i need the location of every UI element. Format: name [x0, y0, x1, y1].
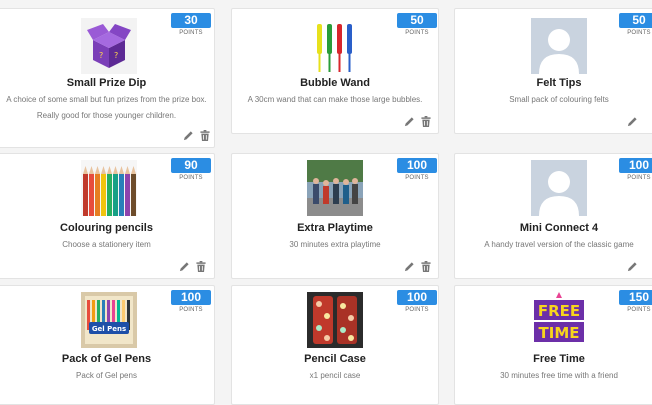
reward-card-colouring-pencils: 90 POINTS Colouring pencils Choose a sta…: [0, 153, 215, 279]
points-indicator: 100 POINTS: [171, 290, 211, 313]
reward-description: Choose a stationery item: [62, 240, 151, 249]
reward-title: Mini Connect 4: [519, 222, 599, 234]
edit-pencil-icon[interactable]: [627, 116, 638, 127]
reward-description: x1 pencil case: [309, 371, 361, 380]
edit-pencil-icon[interactable]: [404, 261, 415, 272]
points-label: POINTS: [405, 307, 429, 313]
reward-title: Colouring pencils: [60, 222, 153, 234]
reward-description: A handy travel version of the classic ga…: [484, 240, 634, 249]
reward-title: Free Time: [533, 353, 585, 365]
points-label: POINTS: [179, 30, 203, 36]
reward-title: Extra Playtime: [297, 222, 373, 234]
points-badge: 150: [619, 290, 652, 305]
card-actions: [404, 261, 431, 272]
delete-trash-icon[interactable]: [421, 116, 431, 127]
card-actions: [404, 116, 431, 127]
reward-description: Small pack of colouring felts: [509, 95, 609, 104]
reward-title: Small Prize Dip: [66, 77, 147, 89]
card-actions: [627, 116, 638, 127]
points-label: POINTS: [405, 175, 429, 181]
svg-text:Gel Pens: Gel Pens: [92, 325, 126, 333]
points-badge: 100: [619, 158, 652, 173]
points-indicator: 100 POINTS: [397, 290, 437, 313]
points-label: POINTS: [627, 30, 651, 36]
card-actions: [183, 130, 210, 141]
reward-card-felt-tips: 50 POINTS Felt Tips Small pack of colour…: [454, 8, 652, 134]
points-badge: 100: [397, 290, 437, 305]
free-time-image: FREE TIME: [531, 292, 587, 348]
reward-description: 30 minutes free time with a friend: [500, 371, 618, 380]
card-actions: [627, 261, 638, 272]
reward-description: A choice of some small but fun prizes fr…: [6, 95, 207, 120]
svg-text:TIME: TIME: [539, 324, 580, 342]
placeholder-avatar-image: [531, 160, 587, 216]
points-indicator: 50 POINTS: [619, 13, 652, 36]
reward-card-pack-of-gel-pens: Gel Pens 100 POINTS Pack of Gel Pens Pac…: [0, 285, 215, 405]
bubble-wand-image: [307, 18, 363, 74]
delete-trash-icon[interactable]: [200, 130, 210, 141]
points-label: POINTS: [179, 175, 203, 181]
svg-text:FREE: FREE: [538, 302, 580, 320]
reward-title: Pack of Gel Pens: [61, 353, 152, 365]
edit-pencil-icon[interactable]: [404, 116, 415, 127]
edit-pencil-icon[interactable]: [183, 130, 194, 141]
reward-description: A 30cm wand that can make those large bu…: [247, 95, 423, 104]
reward-card-bubble-wand: 50 POINTS Bubble Wand A 30cm wand that c…: [231, 8, 439, 134]
points-badge: 90: [171, 158, 211, 173]
svg-text:?: ?: [114, 51, 118, 60]
points-indicator: 100 POINTS: [619, 158, 652, 181]
playground-photo-image: [307, 160, 363, 216]
delete-trash-icon[interactable]: [196, 261, 206, 272]
reward-description: Pack of Gel pens: [76, 371, 137, 380]
points-badge: 100: [397, 158, 437, 173]
points-badge: 100: [171, 290, 211, 305]
points-badge: 50: [619, 13, 652, 28]
delete-trash-icon[interactable]: [421, 261, 431, 272]
points-indicator: 150 POINTS: [619, 290, 652, 313]
points-indicator: 90 POINTS: [171, 158, 211, 181]
reward-card-mini-connect-4: 100 POINTS Mini Connect 4 A handy travel…: [454, 153, 652, 279]
points-indicator: 50 POINTS: [397, 13, 437, 36]
placeholder-avatar-image: [531, 18, 587, 74]
points-indicator: 100 POINTS: [397, 158, 437, 181]
reward-description: 30 minutes extra playtime: [289, 240, 381, 249]
points-indicator: 30 POINTS: [171, 13, 211, 36]
svg-text:?: ?: [99, 51, 103, 60]
reward-card-pencil-case: 100 POINTS Pencil Case x1 pencil case: [231, 285, 439, 405]
reward-title: Pencil Case: [304, 353, 366, 365]
points-label: POINTS: [179, 307, 203, 313]
reward-card-free-time: FREE TIME 150 POINTS Free Time 30 minute…: [454, 285, 652, 405]
points-badge: 30: [171, 13, 211, 28]
pencil-case-image: [307, 292, 363, 348]
points-badge: 50: [397, 13, 437, 28]
gel-pens-image: Gel Pens: [81, 292, 137, 348]
edit-pencil-icon[interactable]: [627, 261, 638, 272]
card-actions: [179, 261, 206, 272]
reward-card-extra-playtime: 100 POINTS Extra Playtime 30 minutes ext…: [231, 153, 439, 279]
points-label: POINTS: [405, 30, 429, 36]
reward-card-small-prize-dip: ? ? 30 POINTS Small Prize Dip A choice o…: [0, 8, 215, 148]
colouring-pencils-image: [81, 160, 137, 216]
points-label: POINTS: [627, 307, 651, 313]
points-label: POINTS: [627, 175, 651, 181]
reward-title: Felt Tips: [536, 77, 582, 89]
reward-title: Bubble Wand: [300, 77, 370, 89]
edit-pencil-icon[interactable]: [179, 261, 190, 272]
prize-box-image: ? ?: [81, 18, 137, 74]
